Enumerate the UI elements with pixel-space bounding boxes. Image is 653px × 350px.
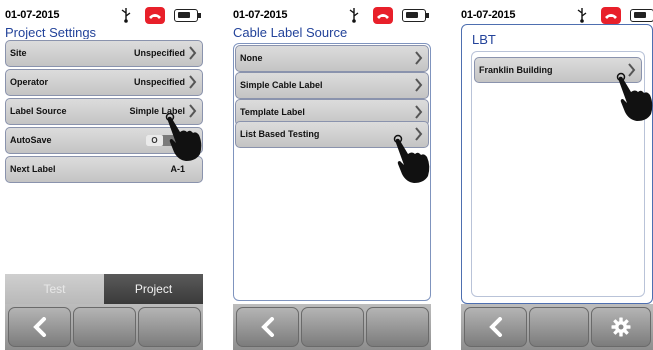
lbt-frame: LBT Franklin Building xyxy=(461,24,653,304)
back-button[interactable] xyxy=(236,307,299,347)
pointing-hand-icon xyxy=(616,72,653,121)
bottom-nav xyxy=(233,304,431,350)
nav-button-middle[interactable] xyxy=(529,307,589,347)
row-label: None xyxy=(240,53,263,63)
row-value: Unspecified xyxy=(133,48,185,58)
row-label: Operator xyxy=(10,77,49,87)
back-button[interactable] xyxy=(464,307,527,347)
row-label: Franklin Building xyxy=(479,65,553,75)
row-label: Template Label xyxy=(240,107,305,117)
gear-icon xyxy=(611,317,631,337)
tab-project[interactable]: Project xyxy=(104,274,203,304)
date-label: 01-07-2015 xyxy=(461,9,516,21)
page-title: LBT xyxy=(472,32,496,47)
settings-button[interactable] xyxy=(591,307,651,347)
pointing-hand-icon xyxy=(393,134,430,183)
usb-icon xyxy=(349,8,359,23)
nav-button-middle[interactable] xyxy=(301,307,364,347)
nav-button-right[interactable] xyxy=(138,307,201,347)
row-operator[interactable]: Operator Unspecified xyxy=(5,69,203,96)
status-bar: 01-07-2015 xyxy=(5,4,203,24)
row-value: A-1 xyxy=(170,164,185,174)
back-arrow-icon xyxy=(260,317,274,337)
back-arrow-icon xyxy=(488,317,502,337)
row-label: Next Label xyxy=(10,164,56,174)
nav-button-right[interactable] xyxy=(366,307,429,347)
chevron-right-icon xyxy=(189,46,197,60)
back-arrow-icon xyxy=(32,317,46,337)
bottom-nav xyxy=(5,304,203,350)
chevron-right-icon xyxy=(189,75,197,89)
usb-icon xyxy=(121,8,131,23)
row-value: Unspecified xyxy=(133,77,185,87)
phone-hangup-icon[interactable] xyxy=(601,7,621,24)
toggle-knob: O xyxy=(146,135,163,146)
back-button[interactable] xyxy=(8,307,71,347)
phone-hangup-icon[interactable] xyxy=(145,7,165,24)
bottom-nav xyxy=(461,304,653,350)
tab-test[interactable]: Test xyxy=(5,274,104,304)
project-settings-screen: 01-07-2015 Project Settings Site Unspeci… xyxy=(5,0,203,350)
chevron-right-icon xyxy=(415,51,423,65)
row-label: Label Source xyxy=(10,106,67,116)
row-label: Site xyxy=(10,48,27,58)
lbt-screen: 01-07-2015 LBT Franklin Building xyxy=(461,0,653,350)
option-none[interactable]: None xyxy=(235,45,429,72)
date-label: 01-07-2015 xyxy=(5,9,60,21)
pointing-hand-icon xyxy=(165,112,202,161)
row-site[interactable]: Site Unspecified xyxy=(5,40,203,67)
row-label: AutoSave xyxy=(10,135,52,145)
phone-hangup-icon[interactable] xyxy=(373,7,393,24)
nav-button-middle[interactable] xyxy=(73,307,136,347)
battery-icon xyxy=(402,9,429,22)
date-label: 01-07-2015 xyxy=(233,9,288,21)
mode-tabs: Test Project xyxy=(5,274,203,304)
battery-icon xyxy=(630,9,653,22)
status-bar: 01-07-2015 xyxy=(461,4,653,24)
row-label: List Based Testing xyxy=(240,129,320,139)
battery-icon xyxy=(174,9,201,22)
chevron-right-icon xyxy=(415,78,423,92)
chevron-right-icon xyxy=(415,105,423,119)
status-bar: 01-07-2015 xyxy=(233,4,431,24)
option-simple-cable-label[interactable]: Simple Cable Label xyxy=(235,72,429,99)
page-title: Project Settings xyxy=(5,25,97,40)
cable-label-source-screen: 01-07-2015 Cable Label Source None Simpl… xyxy=(233,0,431,350)
row-label: Simple Cable Label xyxy=(240,80,323,90)
page-title: Cable Label Source xyxy=(233,25,348,40)
usb-icon xyxy=(577,8,587,23)
